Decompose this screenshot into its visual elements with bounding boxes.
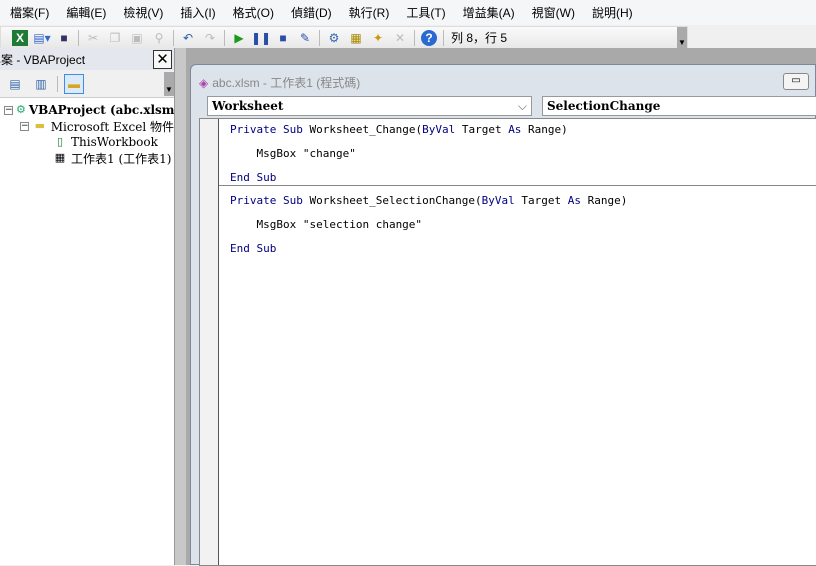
menu-help[interactable]: 說明(H) [592, 4, 633, 21]
menu-format[interactable]: 格式(O) [233, 4, 274, 21]
standard-toolbar: X ▤▾ ■ ✂ ❐ ▣ ⚲ ↶ ↷ ▶ ❚❚ ■ ✎ ⚙ ▦ ✦ ✕ ? 列 … [0, 26, 688, 50]
cut-icon[interactable]: ✂ [85, 30, 101, 46]
panel-splitter[interactable] [174, 48, 186, 565]
margin-indicator-bar[interactable] [200, 119, 219, 565]
code-window-title: abc.xlsm - 工作表1 (程式碼) [212, 76, 361, 90]
procedure-dropdown-value: SelectionChange [547, 99, 661, 113]
project-tree: − ⚙ VBAProject (abc.xlsm) − ▬ Microsoft … [0, 98, 180, 166]
tree-node-thisworkbook[interactable]: ▯ ThisWorkbook [0, 134, 174, 150]
excel-icon[interactable]: X [12, 29, 28, 46]
worksheet-icon: ▦ [54, 151, 66, 164]
menu-edit[interactable]: 編輯(E) [66, 4, 106, 21]
code-line: MsgBox "change" [230, 147, 356, 160]
view-code-icon[interactable]: ▤ [5, 74, 25, 94]
help-icon[interactable]: ? [421, 29, 437, 46]
code-line: MsgBox "selection change" [230, 218, 423, 231]
project-explorer-toolbar: ▤ ▥ ▬ ▼ [0, 70, 174, 98]
separator [224, 29, 225, 46]
separator [319, 29, 320, 46]
find-icon[interactable]: ⚲ [151, 30, 167, 46]
collapse-icon[interactable]: − [4, 105, 13, 115]
toolbox-icon[interactable]: ✕ [392, 30, 408, 46]
code-editor[interactable]: Private Sub Worksheet_Change(ByVal Targe… [199, 118, 816, 566]
menu-file[interactable]: 檔案(F) [10, 4, 49, 21]
object-browser-icon[interactable]: ✦ [370, 30, 386, 46]
menu-window[interactable]: 視窗(W) [532, 4, 575, 21]
tree-node-vbaproject[interactable]: − ⚙ VBAProject (abc.xlsm) [0, 102, 180, 118]
panel-options-icon[interactable]: ▼ [164, 72, 174, 96]
break-icon[interactable]: ❚❚ [251, 30, 271, 46]
tree-node-label: Microsoft Excel 物件 [50, 119, 174, 134]
tree-node-sheet1[interactable]: ▦ 工作表1 (工作表1) [0, 150, 174, 166]
project-explorer-icon[interactable]: ⚙ [326, 30, 342, 46]
procedure-divider [219, 185, 816, 186]
toggle-folders-icon[interactable]: ▬ [64, 73, 84, 94]
close-icon[interactable]: ✕ [153, 50, 172, 69]
separator [443, 29, 444, 46]
project-explorer-title-bar: 專案 - VBAProject ✕ [0, 48, 174, 70]
code-line: End Sub [230, 242, 277, 255]
undo-icon[interactable]: ↶ [180, 30, 196, 46]
menu-insert[interactable]: 插入(I) [180, 4, 215, 21]
tree-node-label: ThisWorkbook [71, 135, 158, 149]
folder-icon: ▬ [34, 119, 46, 132]
toolbar-options-icon[interactable]: ▼ [677, 27, 687, 50]
object-dropdown-value: Worksheet [212, 99, 284, 113]
menu-run[interactable]: 執行(R) [349, 4, 390, 21]
tree-node-excel-objects[interactable]: − ▬ Microsoft Excel 物件 [0, 118, 174, 134]
separator [57, 75, 58, 92]
separator [173, 29, 174, 46]
insert-userform-icon[interactable]: ▤▾ [33, 30, 50, 46]
tree-node-label: 工作表1 (工作表1) [71, 151, 172, 166]
procedure-dropdown[interactable]: SelectionChange [542, 96, 816, 116]
code-line: End Sub [230, 171, 277, 184]
tree-node-label: VBAProject (abc.xlsm) [28, 103, 181, 117]
minimize-button[interactable]: ▭ [783, 73, 809, 90]
redo-icon[interactable]: ↷ [202, 30, 218, 46]
design-mode-icon[interactable]: ✎ [297, 30, 313, 46]
cursor-position: 列 8，行 5 [451, 31, 508, 45]
properties-icon[interactable]: ▦ [348, 30, 364, 46]
paste-icon[interactable]: ▣ [129, 30, 145, 46]
menu-addins[interactable]: 增益集(A) [463, 4, 515, 21]
collapse-icon[interactable]: − [20, 121, 29, 131]
menu-bar: 檔案(F) 編輯(E) 檢視(V) 插入(I) 格式(O) 偵錯(D) 執行(R… [0, 0, 816, 25]
copy-icon[interactable]: ❐ [107, 30, 123, 46]
code-window: ◈ abc.xlsm - 工作表1 (程式碼) ▭ Worksheet ⌵ Se… [190, 64, 816, 566]
menu-tools[interactable]: 工具(T) [406, 4, 445, 21]
code-line: Private Sub Worksheet_SelectionChange(By… [230, 194, 628, 207]
object-dropdown[interactable]: Worksheet ⌵ [207, 96, 532, 116]
workbook-icon: ▯ [56, 135, 64, 148]
menu-view[interactable]: 檢視(V) [123, 4, 163, 21]
separator [78, 29, 79, 46]
vbaproject-icon: ⚙ [16, 103, 26, 116]
module-icon: ◈ [199, 75, 209, 90]
run-icon[interactable]: ▶ [231, 30, 247, 46]
reset-icon[interactable]: ■ [275, 30, 291, 46]
code-window-title-bar: ◈ abc.xlsm - 工作表1 (程式碼) [199, 74, 360, 91]
project-explorer: 專案 - VBAProject ✕ ▤ ▥ ▬ ▼ − ⚙ VBAProject… [0, 48, 180, 565]
view-object-icon[interactable]: ▥ [31, 74, 51, 94]
menu-debug[interactable]: 偵錯(D) [291, 4, 332, 21]
separator [414, 29, 415, 46]
project-explorer-title: 專案 - VBAProject [0, 52, 86, 67]
chevron-down-icon[interactable]: ⌵ [518, 97, 527, 115]
save-icon[interactable]: ■ [56, 30, 72, 46]
code-line: Private Sub Worksheet_Change(ByVal Targe… [230, 123, 568, 136]
